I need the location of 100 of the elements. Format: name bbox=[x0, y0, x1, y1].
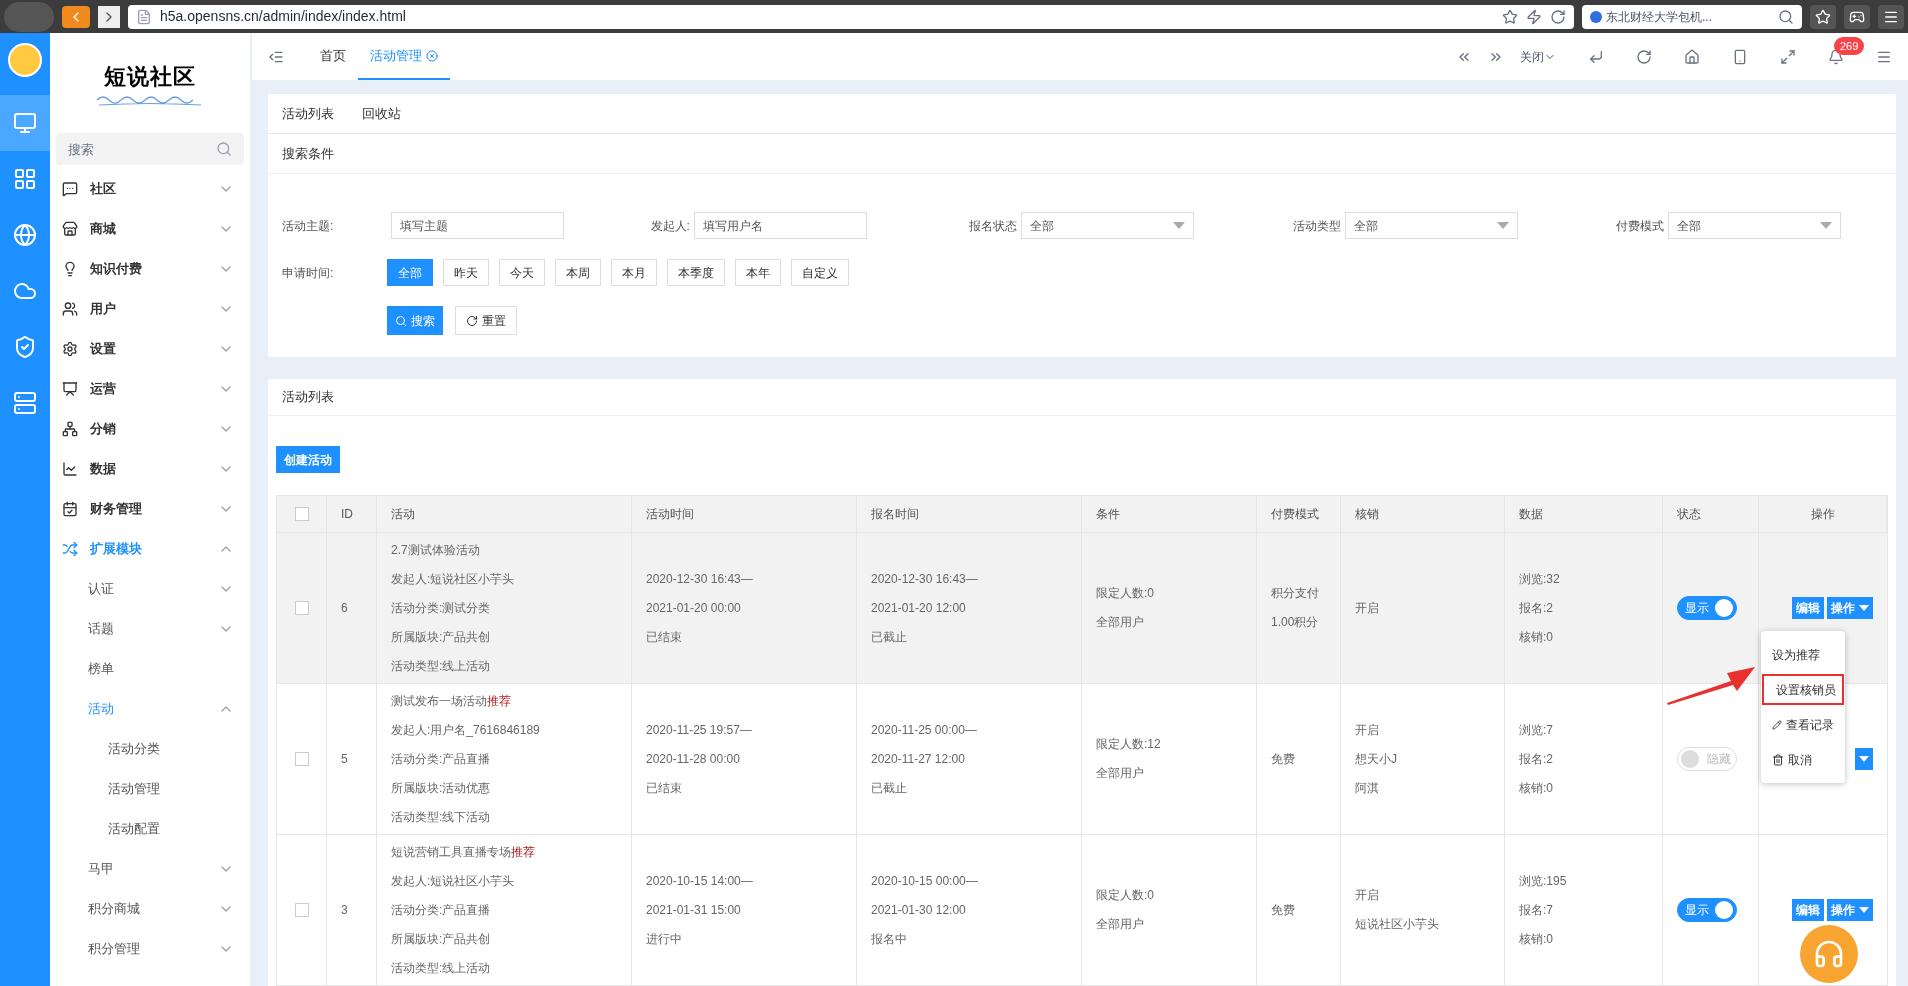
time-filter-button[interactable]: 自定义 bbox=[791, 259, 849, 286]
menu-item[interactable]: 认证 bbox=[50, 569, 250, 609]
home-icon[interactable] bbox=[1684, 48, 1700, 65]
cell-text: 2021-01-20 00:00 bbox=[646, 599, 742, 617]
text-field[interactable]: 填写用户名 bbox=[693, 212, 867, 239]
menu-option[interactable]: 取消 bbox=[1762, 744, 1844, 775]
menu-button[interactable] bbox=[1878, 4, 1904, 29]
menu-item[interactable]: 社区 bbox=[50, 169, 250, 209]
menu-item[interactable]: 运营 bbox=[50, 369, 250, 409]
column-header: 活动 bbox=[391, 506, 415, 523]
checkbox[interactable] bbox=[294, 752, 309, 766]
menu-option[interactable]: 设为推荐 bbox=[1762, 639, 1844, 670]
back-button[interactable] bbox=[62, 5, 90, 28]
page-tab[interactable]: 回收站 bbox=[362, 103, 401, 124]
phone-icon[interactable] bbox=[1732, 48, 1748, 65]
nav-tab[interactable]: 首页 bbox=[308, 33, 358, 80]
search-icon bbox=[216, 141, 232, 157]
menu-item[interactable]: 财务管理 bbox=[50, 489, 250, 529]
url-text[interactable]: h5a.opensns.cn/admin/index/index.html bbox=[160, 6, 406, 27]
column-header: 付费模式 bbox=[1271, 506, 1319, 523]
activity-title: 短说营销工具直播专场推荐 bbox=[391, 843, 535, 861]
caret-icon bbox=[1496, 222, 1509, 229]
checkbox[interactable] bbox=[294, 601, 309, 615]
user-icon bbox=[62, 301, 78, 317]
select-field[interactable]: 全部 bbox=[1344, 212, 1518, 239]
cell-text: 1.00积分 bbox=[1271, 614, 1319, 631]
reload-icon[interactable] bbox=[1550, 8, 1566, 25]
menu-item[interactable]: 商城 bbox=[50, 209, 250, 249]
menu-item[interactable]: 活动配置 bbox=[50, 809, 250, 849]
operate-dropdown-button[interactable] bbox=[1855, 748, 1873, 770]
time-filter-button[interactable]: 今天 bbox=[499, 259, 545, 286]
cell-text: 免费 bbox=[1271, 901, 1295, 919]
time-filter-button[interactable]: 本月 bbox=[611, 259, 657, 286]
cell-text: 活动分类:测试分类 bbox=[391, 599, 492, 617]
cell-text: 全部用户 bbox=[1096, 614, 1145, 631]
menu-item[interactable]: 知识付费 bbox=[50, 249, 250, 289]
cell-text: 短说社区小芋头 bbox=[1355, 916, 1439, 933]
time-filter-button[interactable]: 本年 bbox=[735, 259, 781, 286]
cell-text: 2020-10-15 14:00— bbox=[646, 872, 753, 890]
browser-search-field[interactable]: 东北财经大学包机... bbox=[1582, 4, 1802, 29]
activity-title: 2.7测试体验活动 bbox=[391, 541, 481, 559]
cell-text: 想天小J bbox=[1355, 750, 1397, 768]
menu-item[interactable]: 活动管理 bbox=[50, 769, 250, 809]
shop-icon bbox=[62, 221, 78, 237]
refresh-icon[interactable] bbox=[1636, 48, 1652, 65]
menu-option[interactable]: 查看记录 bbox=[1762, 709, 1844, 740]
cell-text: 阿淇 bbox=[1355, 779, 1380, 797]
select-field[interactable]: 全部 bbox=[1667, 212, 1841, 239]
field-label: 报名状态 bbox=[969, 217, 1018, 235]
avatar[interactable] bbox=[8, 43, 42, 77]
return-icon[interactable] bbox=[1588, 48, 1604, 65]
bookmark-icon[interactable] bbox=[1502, 8, 1518, 25]
cell-text: 2020-11-28 00:00 bbox=[646, 750, 741, 768]
close-icon[interactable] bbox=[426, 49, 438, 62]
menu-item[interactable]: 积分管理 bbox=[50, 929, 250, 969]
lightning-icon[interactable] bbox=[1526, 8, 1542, 25]
menu-option[interactable]: 设置核销员 bbox=[1762, 674, 1844, 705]
search-icon[interactable] bbox=[1778, 8, 1794, 25]
cell-text: 2020-11-27 12:00 bbox=[871, 750, 966, 768]
cell-text: 所属版块:活动优惠 bbox=[391, 779, 492, 797]
text-field[interactable]: 填写主题 bbox=[391, 212, 564, 239]
panel-title: 活动列表 bbox=[282, 388, 334, 407]
cell-text: 已结束 bbox=[646, 628, 683, 646]
page-tab[interactable]: 活动列表 bbox=[282, 103, 334, 124]
select-field[interactable]: 全部 bbox=[1021, 212, 1195, 239]
menu-item[interactable]: 数据 bbox=[50, 449, 250, 489]
cell-text: 进行中 bbox=[646, 930, 683, 948]
sidebar-search-field[interactable]: 搜索 bbox=[56, 133, 244, 165]
menu-item[interactable]: 积分商城 bbox=[50, 889, 250, 929]
cell-text: 2020-10-15 00:00— bbox=[871, 872, 978, 890]
server-icon bbox=[13, 391, 37, 415]
menu-item[interactable]: 活动分类 bbox=[50, 729, 250, 769]
checkbox[interactable] bbox=[294, 903, 309, 917]
table-row[interactable]: 3 短说营销工具直播专场推荐 发起人:短说社区小芋头 活动分类:产品直播 所属版块:产品共创 活动类型:线上活动 2020-10-15 14:00— 2021-01-31 15:00 进行中 2020-10-15 00:00— 2021-01-30 12:00 报名中 限定人数:0 全部用户 免费 开启 短说社区小芋头 浏览:195 报名:7 核销:0 显示 编辑 操作 bbox=[277, 835, 1887, 986]
cell-text: 全部用户 bbox=[1096, 916, 1145, 933]
cell-text: 浏览:195 bbox=[1519, 872, 1567, 890]
reset-button[interactable]: 重置 bbox=[455, 306, 517, 335]
menu-item[interactable]: 分销 bbox=[50, 409, 250, 449]
close-menu-button[interactable]: 关闭 bbox=[1520, 47, 1556, 66]
notification-icon[interactable] bbox=[1828, 48, 1844, 65]
cell-text: 2020-11-25 19:57— bbox=[646, 721, 752, 739]
logo-title: 短说社区 bbox=[103, 62, 197, 91]
cell-text: 发起人:短说社区小芋头 bbox=[391, 570, 515, 588]
field-label: 活动主题: bbox=[282, 217, 335, 235]
time-filter-button[interactable]: 本周 bbox=[555, 259, 601, 286]
gamepad-button[interactable] bbox=[1844, 4, 1870, 29]
time-filter-button[interactable]: 本季度 bbox=[667, 259, 725, 286]
trash-icon bbox=[1772, 753, 1784, 766]
fullscreen-icon[interactable] bbox=[1780, 48, 1796, 65]
checkbox[interactable] bbox=[294, 507, 309, 521]
headset-icon bbox=[1813, 938, 1845, 970]
menu-item[interactable]: 马甲 bbox=[50, 849, 250, 889]
menu-item[interactable]: 话题 bbox=[50, 609, 250, 649]
forward-button[interactable] bbox=[98, 5, 120, 28]
menu-item[interactable]: 榜单 bbox=[50, 649, 250, 689]
favorites-button[interactable] bbox=[1810, 4, 1836, 29]
menu-item[interactable]: 用户 bbox=[50, 289, 250, 329]
time-filter-button[interactable]: 昨天 bbox=[443, 259, 489, 286]
cell-text: 发起人:短说社区小芋头 bbox=[391, 872, 516, 890]
menu-item[interactable]: 设置 bbox=[50, 329, 250, 369]
